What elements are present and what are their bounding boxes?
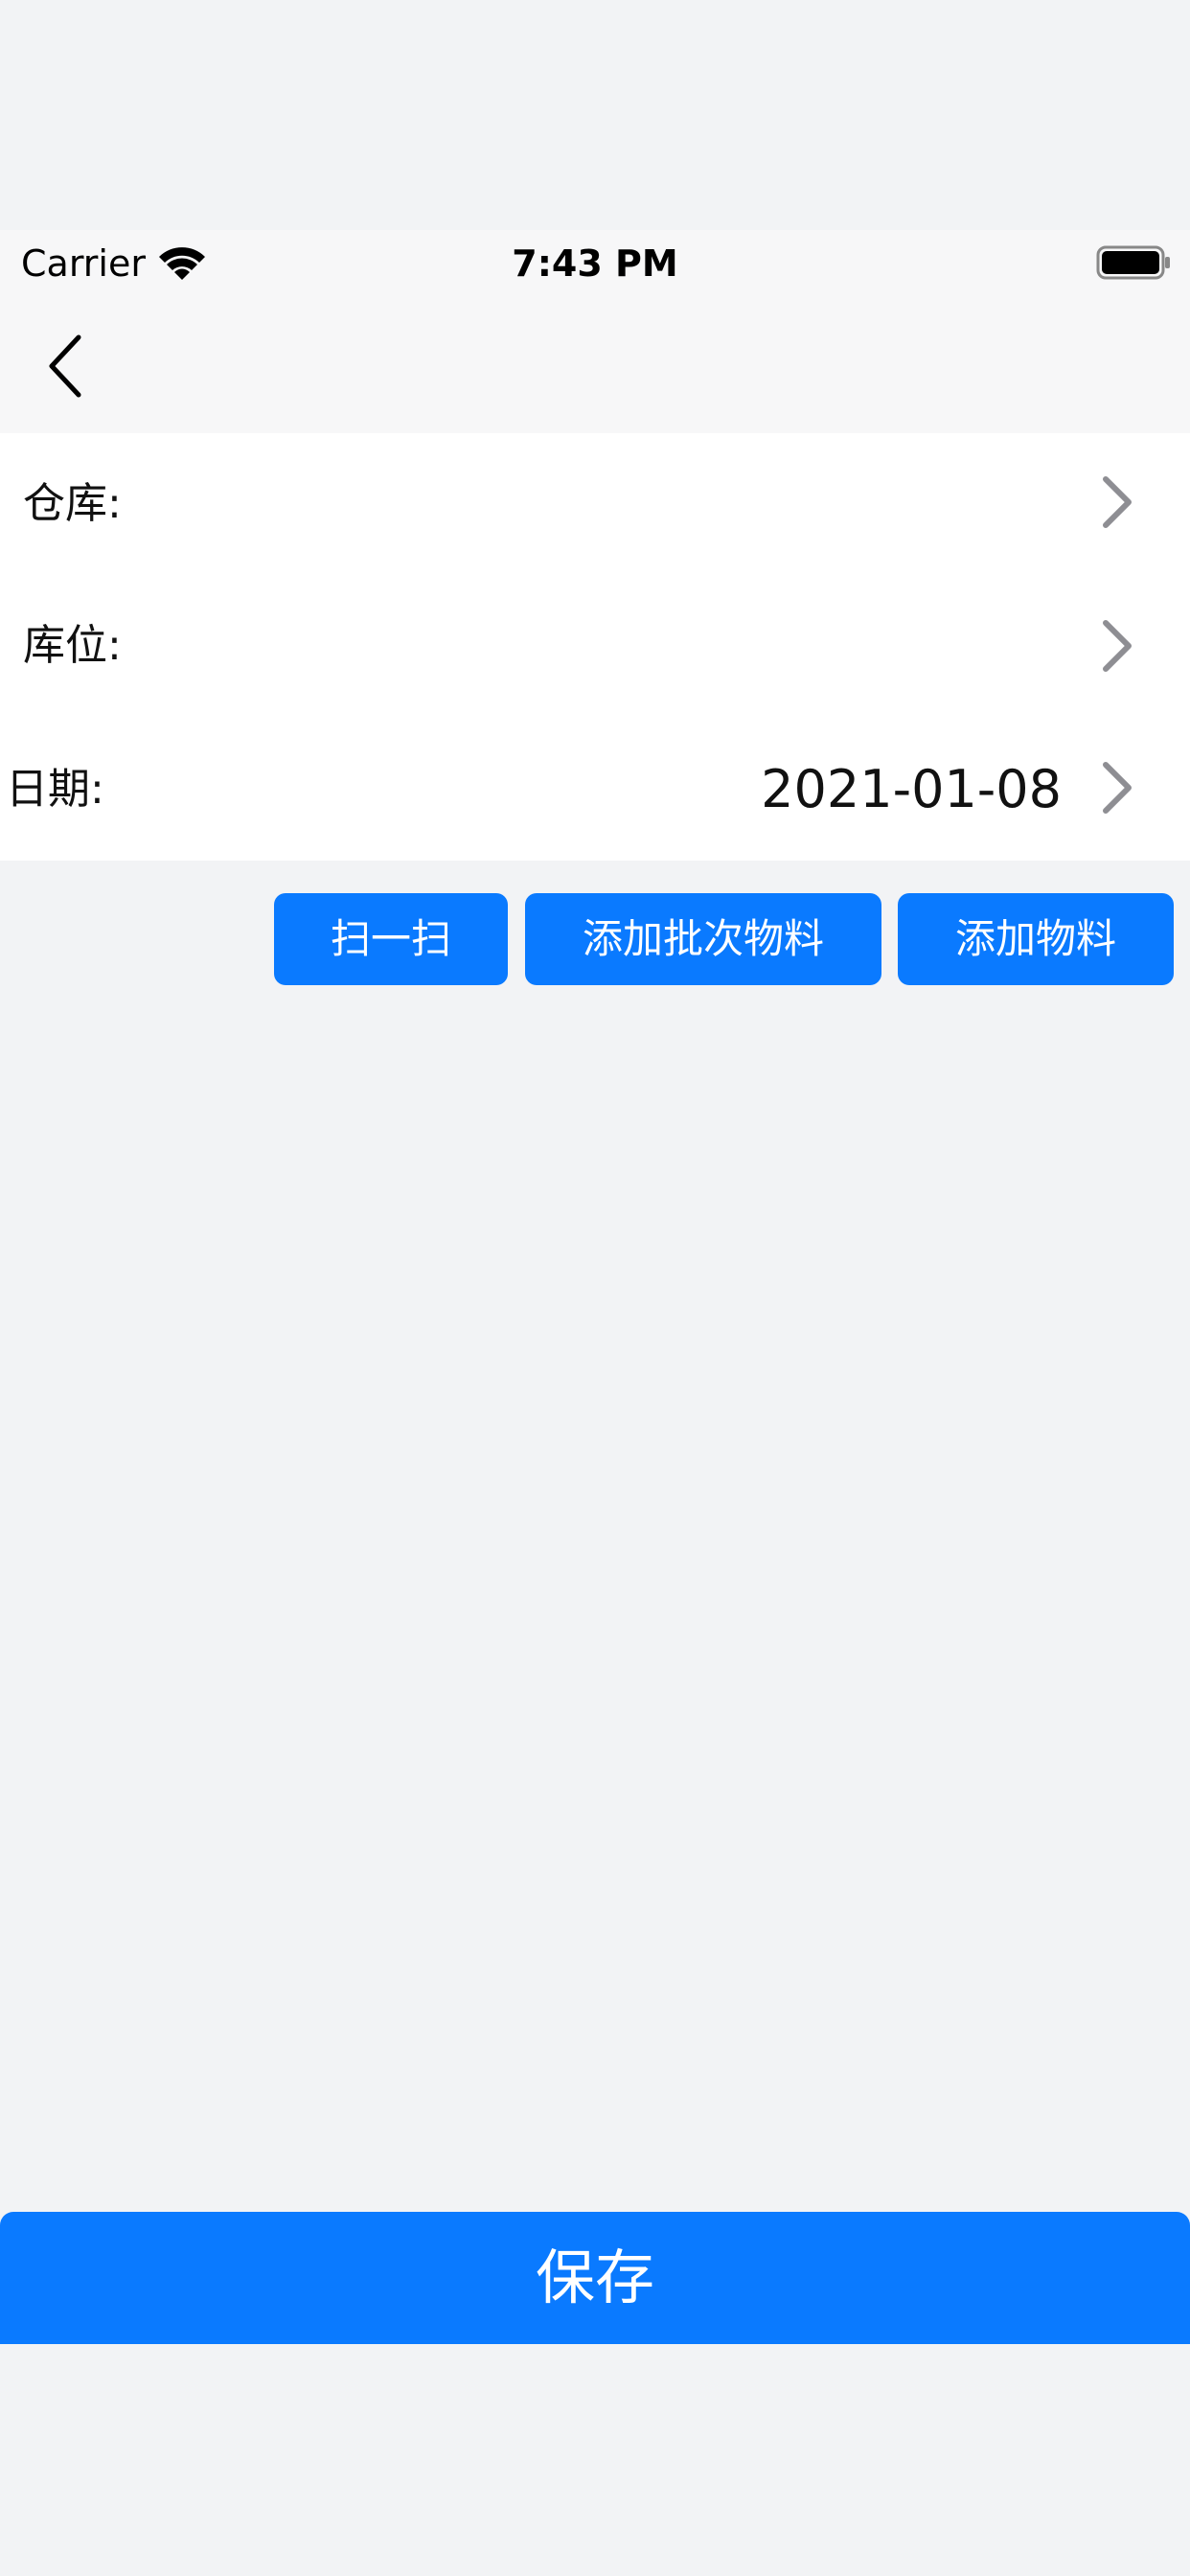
status-bar: Carrier 7:43 PM bbox=[0, 230, 1190, 297]
form-section: 仓库: 库位: 日期: 2021-01-08 bbox=[0, 433, 1190, 861]
status-time: 7:43 PM bbox=[512, 242, 678, 285]
location-row[interactable]: 库位: bbox=[0, 575, 1190, 717]
date-value: 2021-01-08 bbox=[761, 759, 1062, 819]
date-label: 日期: bbox=[6, 765, 104, 814]
back-chevron-icon[interactable] bbox=[38, 328, 96, 404]
chevron-right-icon bbox=[1103, 620, 1132, 672]
save-button[interactable]: 保存 bbox=[0, 2212, 1190, 2344]
action-buttons: 扫一扫 添加批次物料 添加物料 bbox=[0, 893, 1190, 985]
add-material-button[interactable]: 添加物料 bbox=[898, 893, 1174, 985]
nav-bar bbox=[0, 297, 1190, 433]
warehouse-row[interactable]: 仓库: bbox=[0, 433, 1190, 575]
add-batch-material-button[interactable]: 添加批次物料 bbox=[525, 893, 881, 985]
warehouse-label: 仓库: bbox=[23, 479, 122, 528]
location-label: 库位: bbox=[23, 621, 122, 670]
battery-icon bbox=[1096, 245, 1170, 280]
scan-button[interactable]: 扫一扫 bbox=[274, 893, 508, 985]
chevron-right-icon bbox=[1103, 476, 1132, 528]
date-row[interactable]: 日期: 2021-01-08 bbox=[0, 719, 1190, 861]
chevron-right-icon bbox=[1103, 762, 1132, 814]
